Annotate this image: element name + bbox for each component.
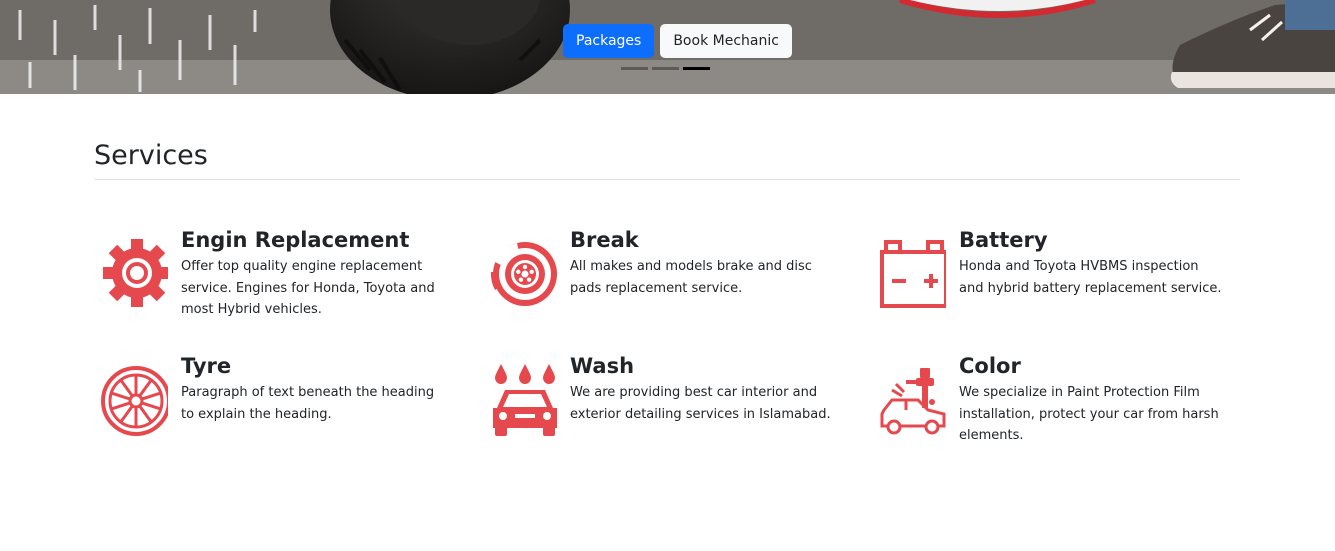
hero-carousel: Packages Book Mechanic xyxy=(0,0,1335,94)
service-title: Wash xyxy=(570,354,635,378)
service-title: Tyre xyxy=(181,354,232,378)
carousel-indicator-1[interactable] xyxy=(621,67,648,70)
service-title: Engin Replacement xyxy=(181,228,410,252)
paint-spray-car-icon xyxy=(880,368,946,435)
services-divider xyxy=(94,179,1240,180)
carousel-indicator-3[interactable] xyxy=(683,67,710,70)
service-description: Paragraph of text beneath the heading to… xyxy=(181,385,435,422)
car-wash-icon xyxy=(493,364,557,436)
service-description: Offer top quality engine replacement ser… xyxy=(181,259,435,317)
service-title: Color xyxy=(959,354,1021,378)
brake-disc-icon xyxy=(490,242,557,306)
carousel-indicators xyxy=(621,67,710,70)
service-description: We specialize in Paint Protection Film i… xyxy=(959,385,1219,443)
wheel-icon xyxy=(101,366,168,436)
hero-button-group: Packages Book Mechanic xyxy=(563,24,792,58)
service-title: Break xyxy=(570,228,639,252)
packages-button[interactable]: Packages xyxy=(563,24,655,58)
battery-icon xyxy=(880,240,946,308)
service-description: Honda and Toyota HVBMS inspection and hy… xyxy=(959,259,1222,296)
book-mechanic-button[interactable]: Book Mechanic xyxy=(660,24,792,58)
service-title: Battery xyxy=(959,228,1048,252)
carousel-indicator-2[interactable] xyxy=(652,67,679,70)
gear-icon xyxy=(103,239,168,307)
service-description: We are providing best car interior and e… xyxy=(570,385,831,422)
service-description: All makes and models brake and disc pads… xyxy=(570,259,812,296)
services-heading: Services xyxy=(94,140,208,171)
